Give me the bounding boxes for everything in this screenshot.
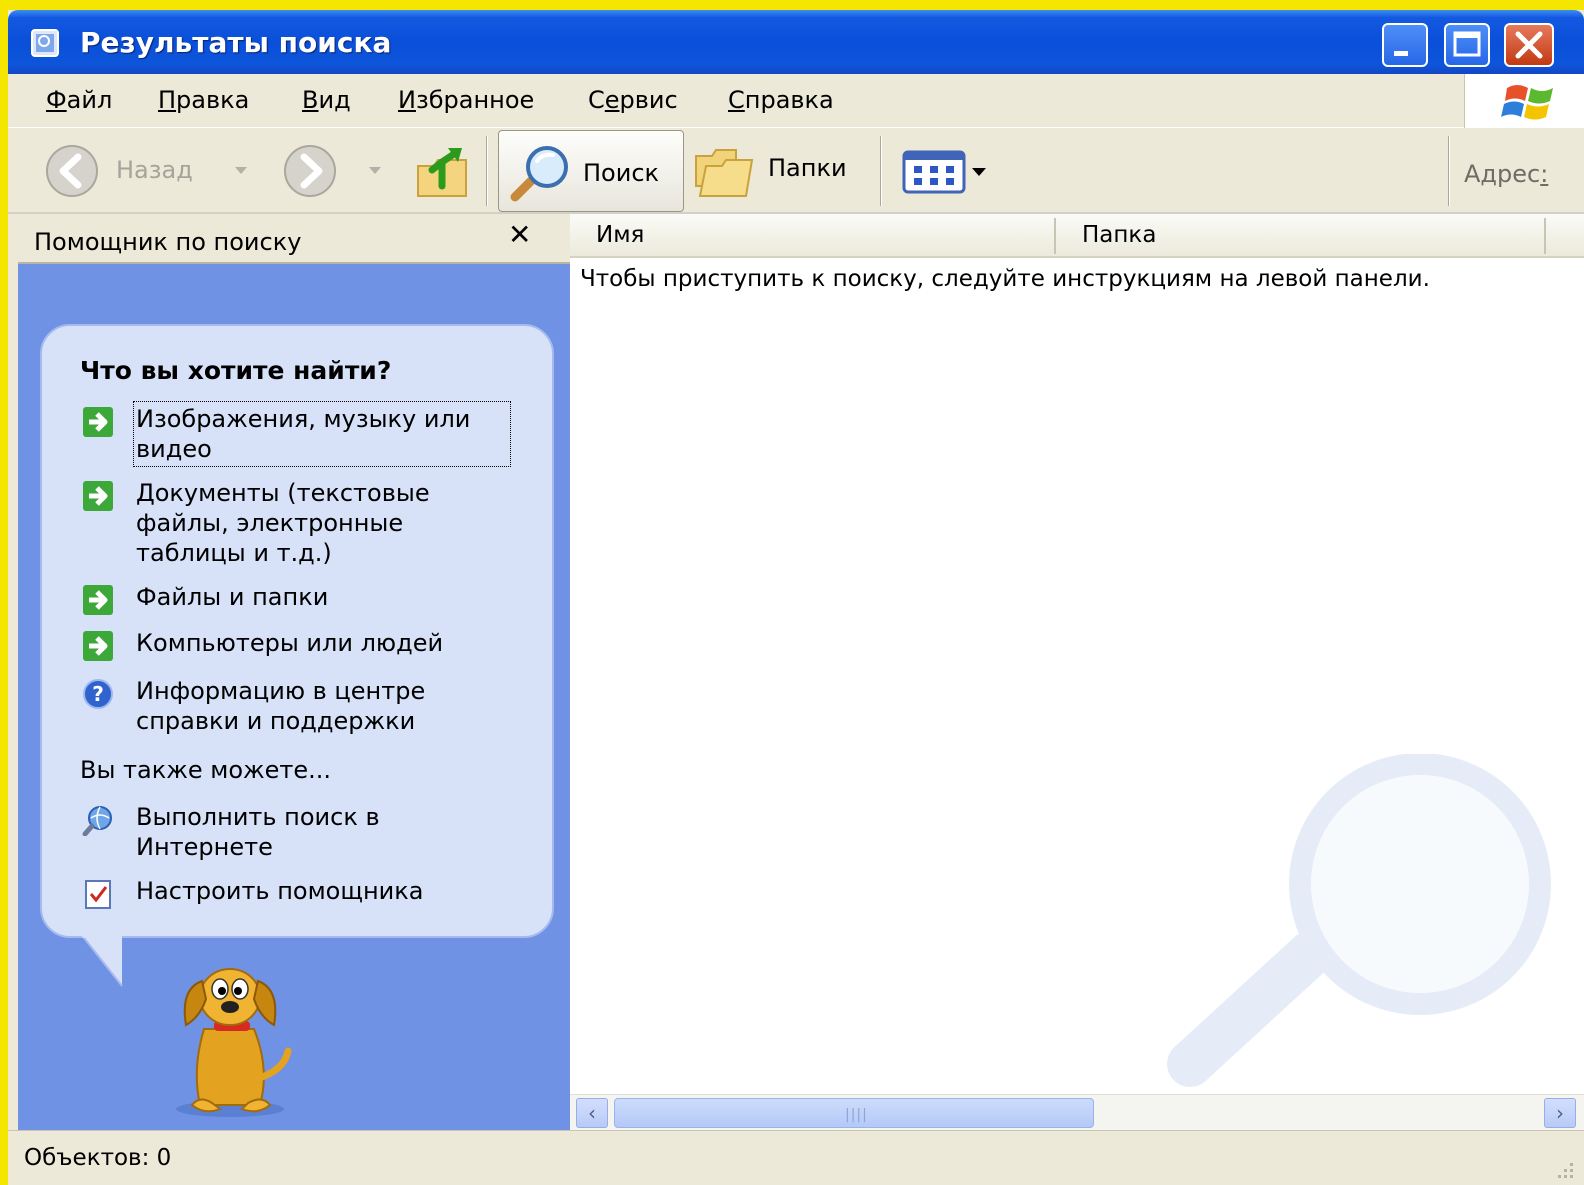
back-dropdown-icon[interactable]	[234, 166, 248, 176]
option-media-label: Изображения, музыку или видео	[133, 401, 511, 467]
address-label[interactable]: Адрес:	[1464, 160, 1548, 188]
option-customize-companion-label: Настроить помощника	[136, 877, 424, 905]
maximize-icon	[1453, 31, 1481, 57]
menu-favorites[interactable]: Избранное	[398, 86, 534, 114]
also-label: Вы также можете...	[80, 756, 332, 784]
window-title: Результаты поиска	[80, 26, 392, 59]
green-arrow-icon	[83, 407, 113, 437]
search-hint-text: Чтобы приступить к поиску, следуйте инст…	[580, 266, 1430, 292]
resize-grip-icon[interactable]	[1552, 1157, 1576, 1181]
search-question: Что вы хотите найти?	[80, 356, 392, 385]
minimize-icon	[1394, 51, 1408, 56]
folders-label: Папки	[768, 154, 847, 182]
scroll-right-button[interactable]: ›	[1544, 1098, 1576, 1128]
scroll-thumb[interactable]: ||||	[614, 1098, 1094, 1128]
internet-search-icon	[82, 806, 112, 836]
back-arrow-icon	[46, 145, 98, 197]
search-dog-icon[interactable]	[156, 959, 306, 1119]
scroll-grip: ||||	[845, 1107, 868, 1123]
green-arrow-icon	[83, 631, 113, 661]
views-icon	[902, 150, 986, 194]
search-button[interactable]: Поиск	[498, 130, 684, 212]
menu-view[interactable]: Вид	[302, 86, 351, 114]
menu-edit[interactable]: Правка	[158, 86, 249, 114]
menu-file[interactable]: Файл	[46, 86, 112, 114]
search-results-window: Результаты поиска Файл Правка Вид Избран…	[8, 10, 1584, 1185]
folders-button[interactable]: Папки	[692, 142, 872, 202]
column-divider[interactable]	[1544, 218, 1546, 254]
search-window-icon	[31, 29, 59, 57]
search-companion-pane: Помощник по поиску ✕ Что вы хотите найти…	[18, 214, 570, 1130]
column-folder[interactable]: Папка	[1082, 222, 1156, 248]
magnifier-icon	[510, 146, 568, 202]
settings-checkbox-icon	[85, 880, 111, 909]
speech-bubble: Что вы хотите найти? Изображения, музыку…	[40, 324, 554, 938]
toolbar-separator	[486, 136, 488, 206]
views-button[interactable]	[902, 148, 992, 194]
menu-bar: Файл Правка Вид Избранное Сервис Справка	[8, 74, 1584, 128]
toolbar-separator	[1448, 136, 1450, 206]
status-bar: Объектов: 0	[8, 1130, 1584, 1185]
maximize-button[interactable]	[1444, 23, 1490, 67]
option-help-center-label: Информацию в центре справки и поддержки	[136, 677, 426, 735]
green-arrow-icon	[83, 585, 113, 615]
toolbar: Назад Поиск Папки Адрес:	[8, 128, 1584, 214]
magnifier-watermark-icon	[1167, 754, 1551, 1087]
search-label: Поиск	[583, 159, 660, 187]
horizontal-scrollbar[interactable]: ‹ |||| ›	[570, 1094, 1584, 1130]
title-bar[interactable]: Результаты поиска	[8, 10, 1584, 74]
forward-arrow-icon[interactable]	[280, 142, 340, 200]
back-button[interactable]: Назад	[42, 142, 232, 200]
speech-bubble-tail	[80, 934, 123, 987]
option-documents-label: Документы (текстовые файлы, электронные …	[136, 479, 430, 567]
up-folder-icon[interactable]	[412, 140, 474, 202]
results-pane: Имя Папка Чтобы приступить к поиску, сле…	[570, 214, 1584, 1130]
search-companion-title: Помощник по поиску	[34, 228, 302, 256]
column-divider[interactable]	[1054, 218, 1056, 254]
close-button[interactable]	[1504, 23, 1554, 67]
minimize-button[interactable]	[1382, 23, 1428, 67]
option-internet-search-label: Выполнить поиск в Интернете	[136, 803, 380, 861]
option-computers-people-label: Компьютеры или людей	[136, 629, 444, 657]
folders-icon	[695, 149, 754, 197]
pane-close-icon[interactable]: ✕	[508, 218, 531, 251]
back-label: Назад	[116, 156, 193, 184]
windows-flag-icon	[1501, 85, 1553, 120]
scroll-left-button[interactable]: ‹	[576, 1098, 608, 1128]
menu-tools[interactable]: Сервис	[588, 86, 678, 114]
help-icon: ?	[83, 679, 113, 709]
object-count: Объектов: 0	[24, 1145, 172, 1171]
forward-dropdown-icon[interactable]	[368, 166, 382, 176]
menu-help[interactable]: Справка	[728, 86, 834, 114]
svg-text:?: ?	[92, 682, 104, 706]
column-header: Имя Папка	[570, 214, 1584, 258]
toolbar-separator	[880, 136, 882, 206]
windows-logo	[1464, 74, 1584, 128]
close-icon	[1515, 31, 1543, 59]
option-files-folders-label: Файлы и папки	[136, 583, 329, 611]
green-arrow-icon	[83, 481, 113, 511]
column-name[interactable]: Имя	[596, 222, 644, 248]
search-companion-header: Помощник по поиску ✕	[18, 214, 570, 264]
